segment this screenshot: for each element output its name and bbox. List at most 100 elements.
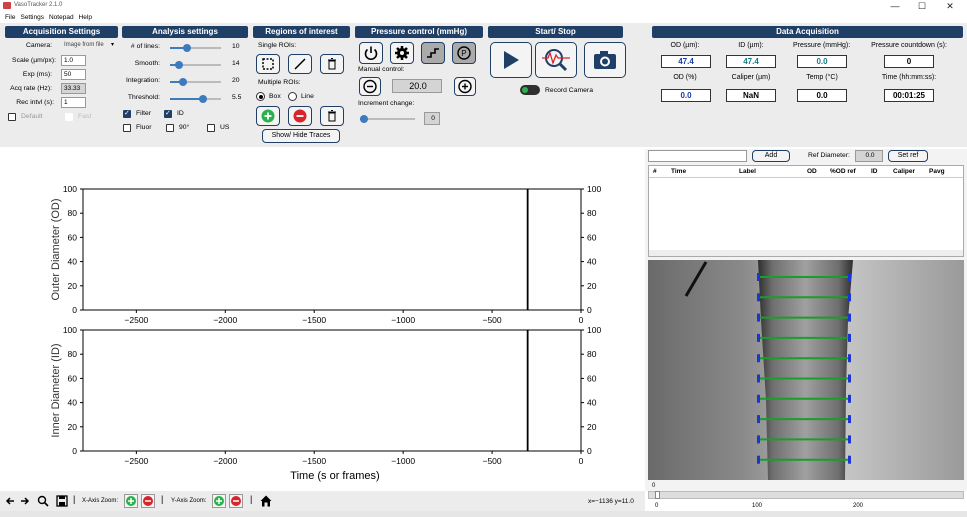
acq-rate-input: 33.33 xyxy=(61,83,86,94)
exp-label: Exp (ms): xyxy=(22,71,52,78)
integration-slider[interactable] xyxy=(170,78,221,86)
pressure-label-daq: Pressure (mmHg): xyxy=(793,42,851,49)
pressure-icon: P xyxy=(457,46,471,60)
power-button[interactable] xyxy=(359,42,383,64)
pressure-header: Pressure control (mmHg) xyxy=(355,26,483,38)
od-percent-label: OD (%) xyxy=(673,74,697,81)
frame-tick-100: 100 xyxy=(752,503,763,509)
ninety-checkbox[interactable] xyxy=(166,124,174,132)
scale-input[interactable]: 1.0 xyxy=(61,55,86,66)
start-button[interactable] xyxy=(490,42,532,78)
analyze-trace-button[interactable] xyxy=(535,42,577,78)
col-id[interactable]: ID xyxy=(871,168,878,175)
col-od[interactable]: OD xyxy=(807,168,817,175)
back-arrow-icon[interactable] xyxy=(4,495,16,507)
frame-slider-handle[interactable] xyxy=(655,491,660,499)
roi-edge-left xyxy=(757,394,760,403)
y-zoom-in-icon[interactable] xyxy=(212,494,226,508)
col-time[interactable]: Time xyxy=(671,168,686,175)
draw-line-button[interactable] xyxy=(288,54,312,74)
col-pavg[interactable]: Pavg xyxy=(929,168,945,175)
caliper-value: NaN xyxy=(726,89,776,102)
close-button[interactable]: ✕ xyxy=(940,1,960,12)
threshold-slider[interactable] xyxy=(170,95,221,103)
increment-slider-handle[interactable] xyxy=(360,115,368,123)
col-num[interactable]: # xyxy=(653,168,657,175)
us-checkbox[interactable] xyxy=(207,124,215,132)
id-checkbox[interactable] xyxy=(164,109,172,118)
maximize-button[interactable]: ☐ xyxy=(912,1,932,12)
roi-edge-right xyxy=(848,455,851,464)
roi-edge-left xyxy=(757,435,760,444)
data-table[interactable]: # Time Label OD %OD ref ID Caliper Pavg xyxy=(648,165,964,257)
camera-select[interactable]: Image from file xyxy=(64,42,104,48)
frame-slider-value: 0 xyxy=(652,483,656,489)
increment-slider[interactable] xyxy=(360,115,415,123)
exp-input[interactable]: 50 xyxy=(61,69,86,80)
menu-notepad[interactable]: Notepad xyxy=(49,14,74,21)
settings-button[interactable] xyxy=(390,42,414,64)
col-od-ref[interactable]: %OD ref xyxy=(830,168,856,175)
show-hide-traces-button[interactable]: Show/ Hide Traces xyxy=(262,129,340,143)
lines-slider-handle[interactable] xyxy=(183,44,191,52)
manual-pressure-input[interactable]: 20.0 xyxy=(392,79,442,93)
pressure-mode-button[interactable]: P xyxy=(452,42,476,64)
menu-file[interactable]: File xyxy=(5,14,15,21)
record-camera-toggle[interactable] xyxy=(520,85,540,95)
line-radio[interactable] xyxy=(288,92,297,101)
col-caliper[interactable]: Caliper xyxy=(893,168,915,175)
integration-slider-handle[interactable] xyxy=(179,78,187,86)
steps-icon xyxy=(427,48,439,58)
snapshot-button[interactable] xyxy=(584,42,626,78)
search-icon[interactable] xyxy=(37,495,49,507)
frame-slider[interactable] xyxy=(648,491,964,499)
col-label[interactable]: Label xyxy=(739,168,756,175)
increase-pressure-button[interactable] xyxy=(454,77,476,96)
forward-arrow-icon[interactable] xyxy=(19,495,31,507)
acquisition-header: Acquisition Settings xyxy=(5,26,118,38)
countdown-value: 0 xyxy=(884,55,934,68)
fast-label: Fast xyxy=(78,113,92,120)
menu-help[interactable]: Help xyxy=(79,14,92,21)
box-radio[interactable] xyxy=(256,92,265,101)
home-icon[interactable] xyxy=(259,494,273,508)
x-axis-label: Time (s or frames) xyxy=(290,470,379,482)
diameter-charts[interactable]: 0 020 2040 4060 6080 80100 100−2500 −2000 −1500−… xyxy=(0,149,645,491)
plot-toolbar: | X-Axis Zoom: | Y-Axis Zoom: | x=−1136 … xyxy=(0,491,645,511)
menu-settings[interactable]: Settings xyxy=(20,14,44,21)
x-zoom-out-icon[interactable] xyxy=(141,494,155,508)
note-label-input[interactable] xyxy=(648,150,747,162)
y-zoom-out-icon[interactable] xyxy=(229,494,243,508)
chevron-down-icon[interactable]: ▾ xyxy=(111,41,114,48)
threshold-slider-handle[interactable] xyxy=(199,95,207,103)
add-note-button[interactable]: Add xyxy=(752,150,790,162)
select-box-button[interactable] xyxy=(256,54,280,74)
fast-checkbox[interactable] xyxy=(65,113,73,121)
x-zoom-in-icon[interactable] xyxy=(124,494,138,508)
decrease-pressure-button[interactable] xyxy=(359,77,381,96)
set-ref-button[interactable]: Set ref xyxy=(888,150,928,162)
default-checkbox[interactable] xyxy=(8,113,16,121)
delete-all-roi-button[interactable] xyxy=(320,106,344,126)
add-roi-button[interactable] xyxy=(256,106,280,126)
default-label: Default xyxy=(21,113,43,120)
delete-roi-button[interactable] xyxy=(320,54,344,74)
save-icon[interactable] xyxy=(56,495,68,507)
plus-circle-icon xyxy=(458,79,472,94)
smooth-slider[interactable] xyxy=(170,61,221,69)
x-tick-label: 0 xyxy=(579,456,584,466)
minimize-button[interactable]: — xyxy=(885,1,905,11)
fluor-checkbox[interactable] xyxy=(123,124,131,132)
filter-checkbox[interactable] xyxy=(123,109,131,118)
smooth-slider-handle[interactable] xyxy=(175,61,183,69)
us-label: US xyxy=(220,124,230,131)
remove-roi-button[interactable] xyxy=(288,106,312,126)
tool-panel: Acquisition Settings Camera: Image from … xyxy=(0,23,967,147)
step-pressure-button[interactable] xyxy=(421,42,445,64)
table-horizontal-scrollbar[interactable] xyxy=(649,250,963,256)
lines-slider[interactable] xyxy=(170,44,221,52)
rec-interval-input[interactable]: 1 xyxy=(61,97,86,108)
box-radio-label: Box xyxy=(269,93,281,100)
camera-image[interactable] xyxy=(648,260,964,480)
power-icon xyxy=(364,46,378,61)
